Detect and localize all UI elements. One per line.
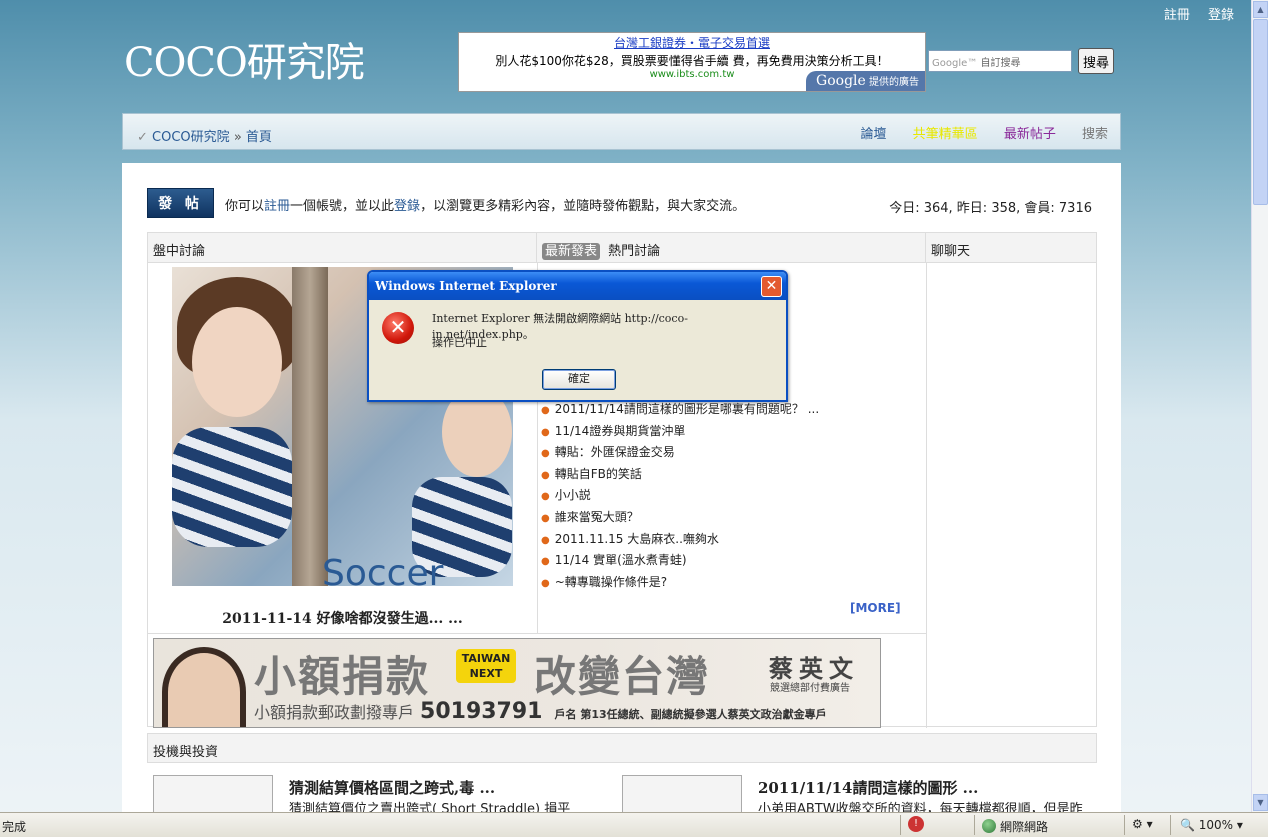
crumb-root[interactable]: COCO研究院 [152,130,230,145]
list-item[interactable]: ● 11/14 實單(溫水煮青蛙) [541,550,819,572]
topic-list: ● 2011/11/14請問這樣的圖形是哪裏有問題呢？ ... ● 11/14證券與… [541,399,819,593]
bullet-icon: ● [541,512,550,524]
bullet-icon: ● [541,448,550,460]
ad-google-badge: Google 提供的廣告 [806,71,925,91]
scroll-thumb[interactable] [1253,19,1268,205]
banner-tag: TAIWAN NEXT [456,649,516,683]
nav-latest-posts[interactable]: 最新帖子 [1004,127,1056,142]
globe-icon [982,819,996,833]
post-button[interactable]: 發 帖 [147,188,214,218]
crumb-current[interactable]: 首頁 [246,130,272,145]
main-content: 發 帖 你可以註冊一個帳號，並以此登錄，以瀏覽更多精彩內容，並隨時發佈觀點，與大… [122,163,1121,825]
col-head-chat: 聊聊天 [926,233,1096,263]
bullet-icon: ● [541,577,550,589]
article-title[interactable]: 2011/11/14請問這樣的圖形 ... [758,777,978,798]
breadcrumb: ✓ COCO研究院 » 首頁 [137,130,272,145]
tab-hot[interactable]: 熱門討論 [608,244,660,259]
candidate-photo [162,647,246,727]
zoom-level[interactable]: 🔍 100% ▾ [1180,818,1243,832]
divider [926,263,927,728]
site-logo[interactable]: COCO研究院 [124,30,365,88]
tab-latest[interactable]: 最新發表 [542,243,601,260]
security-zone[interactable]: 網際網路 [982,818,1048,835]
list-item[interactable]: ● 誰來當冤大頭？ [541,507,819,529]
nav-search[interactable]: 搜索 [1082,127,1108,142]
close-icon[interactable]: ✕ [761,276,782,297]
bullet-icon: ● [541,405,550,416]
more-link[interactable]: [MORE] [850,601,901,615]
top-links: 註冊 登錄 [1150,4,1234,23]
search-button[interactable]: 搜尋 [1078,48,1114,74]
search-input[interactable]: Google™ 自訂搜尋 [928,50,1072,72]
ad-title[interactable]: 台灣工銀證券・電子交易首選 [459,34,925,51]
google-ad[interactable]: 台灣工銀證券・電子交易首選 別人花$100你花$28，買股票要懂得省手續 費，再… [458,32,926,92]
tools-icon[interactable]: ⚙ ▾ [1132,817,1153,831]
list-item[interactable]: ● 轉貼：外匯保證金交易 [541,442,819,464]
search-area: Google™ 自訂搜尋 搜尋 [928,48,1114,74]
photo-caption[interactable]: 2011-11-14 好像啥都沒發生過... ... [172,608,513,628]
list-item[interactable]: ● 小小説 [541,485,819,507]
error-dialog: Windows Internet Explorer ✕ ✕ Internet E… [367,270,788,402]
col-head-intraday: 盤中討論 [148,233,537,263]
bullet-icon: ● [541,469,550,481]
divider [148,633,926,634]
dialog-submessage: 操作已中止 [432,336,487,349]
dialog-title: Windows Internet Explorer [369,272,786,300]
article-title[interactable]: 猜測結算價格區間之跨式,毒 ... [289,777,495,798]
nav-forum[interactable]: 論壇 [861,127,887,142]
error-icon: ✕ [382,312,414,344]
scroll-up-icon[interactable]: ▲ [1253,1,1268,18]
bullet-icon: ● [541,491,550,503]
nav-bar: ✓ COCO研究院 » 首頁 論壇 共筆精華區 最新帖子 搜索 [122,113,1121,150]
photo-label: Soccer [322,553,444,586]
nav-links: 論壇 共筆精華區 最新帖子 搜索 [839,123,1108,142]
intro-register-link[interactable]: 註冊 [264,199,290,214]
site-stats: 今日: 364, 昨日: 358, 會員: 7316 [889,201,1092,216]
status-bar: 完成 ! 網際網路 ⚙ ▾ 🔍 100% ▾ [0,812,1268,837]
intro-text: 你可以註冊一個帳號，並以此登錄，以瀏覽更多精彩內容，並隨時發佈觀點，與大家交流。 [225,199,746,214]
home-icon: ✓ [137,130,148,145]
status-text: 完成 [2,820,27,834]
ad-text: 別人花$100你花$28，買股票要懂得省手續 費，再免費用決策分析工具！ [495,54,889,68]
vertical-scrollbar[interactable]: ▲ ▼ [1251,0,1268,812]
register-link[interactable]: 註冊 [1164,8,1190,23]
campaign-banner[interactable]: 小額捐款 TAIWAN NEXT 改變台灣 蔡英文 競選總部付費廣告 小額捐款郵… [153,638,881,728]
list-item[interactable]: ● 轉貼自FB的笑話 [541,464,819,486]
ok-button[interactable]: 確定 [542,369,616,390]
bullet-icon: ● [541,426,550,438]
section-heading: 投機與投資 [147,733,1097,763]
list-item[interactable]: ● 2011.11.15 大島麻衣..嘸夠水 [541,529,819,551]
intro-login-link[interactable]: 登錄 [394,199,420,214]
privacy-icon[interactable]: ! [908,816,924,832]
login-link[interactable]: 登錄 [1208,8,1234,23]
list-item[interactable]: ● 2011/11/14請問這樣的圖形是哪裏有問題呢？ ... [541,399,819,421]
col-head-discussion: 最新發表 熱門討論 [537,233,926,263]
nav-collab[interactable]: 共筆精華區 [913,127,978,142]
bullet-icon: ● [541,534,550,546]
list-item[interactable]: ● ~轉專職操作條件是? [541,572,819,594]
scroll-down-icon[interactable]: ▼ [1253,794,1268,811]
bullet-icon: ● [541,556,550,568]
list-item[interactable]: ● 11/14證券與期貨當沖單 [541,421,819,443]
